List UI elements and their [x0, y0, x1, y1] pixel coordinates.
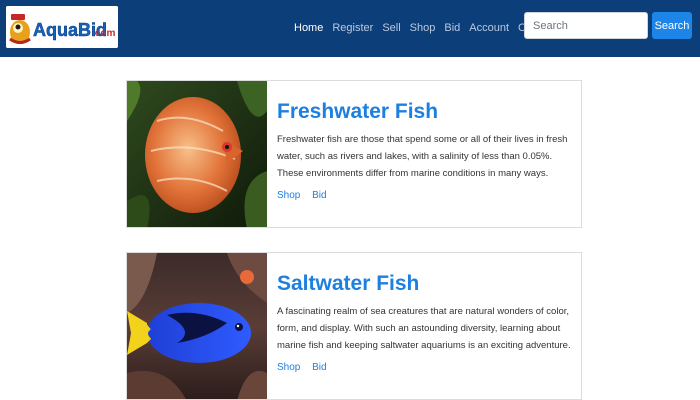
search-button[interactable]: Search	[652, 12, 692, 39]
saltwater-card: Saltwater Fish A fascinating realm of se…	[126, 252, 582, 400]
navbar: AquaBid .com Home Register Sell Shop Bid…	[0, 0, 700, 57]
card-description: Freshwater fish are those that spend som…	[277, 134, 568, 179]
freshwater-card: Freshwater Fish Freshwater fish are thos…	[126, 80, 582, 228]
card-title: Freshwater Fish	[277, 100, 439, 123]
saltwater-fish-image	[127, 253, 267, 399]
freshwater-fish-image	[127, 81, 267, 227]
nav-bid[interactable]: Bid	[444, 20, 460, 36]
saltwater-card-body: Saltwater Fish A fascinating realm of se…	[277, 253, 573, 375]
nav-shop[interactable]: Shop	[410, 20, 436, 36]
card-links: Shop Bid	[277, 361, 573, 375]
nav-account[interactable]: Account	[469, 20, 509, 36]
card-description: A fascinating realm of sea creatures tha…	[277, 306, 571, 351]
card-title: Saltwater Fish	[277, 272, 420, 295]
logo-graphic: AquaBid .com	[6, 6, 118, 48]
nav-register[interactable]: Register	[332, 20, 373, 36]
card-links: Shop Bid	[277, 189, 573, 203]
saltwater-shop-link[interactable]: Shop	[277, 362, 300, 373]
freshwater-card-body: Freshwater Fish Freshwater fish are thos…	[277, 81, 573, 203]
nav-sell[interactable]: Sell	[382, 20, 400, 36]
main-nav: Home Register Sell Shop Bid Account Cart	[294, 20, 548, 36]
search-input[interactable]	[524, 12, 648, 39]
freshwater-bid-link[interactable]: Bid	[312, 190, 326, 201]
saltwater-bid-link[interactable]: Bid	[312, 362, 326, 373]
nav-home[interactable]: Home	[294, 20, 323, 36]
freshwater-shop-link[interactable]: Shop	[277, 190, 300, 201]
aquabid-logo[interactable]: AquaBid .com	[6, 6, 118, 48]
logo-suffix: .com	[92, 28, 115, 39]
